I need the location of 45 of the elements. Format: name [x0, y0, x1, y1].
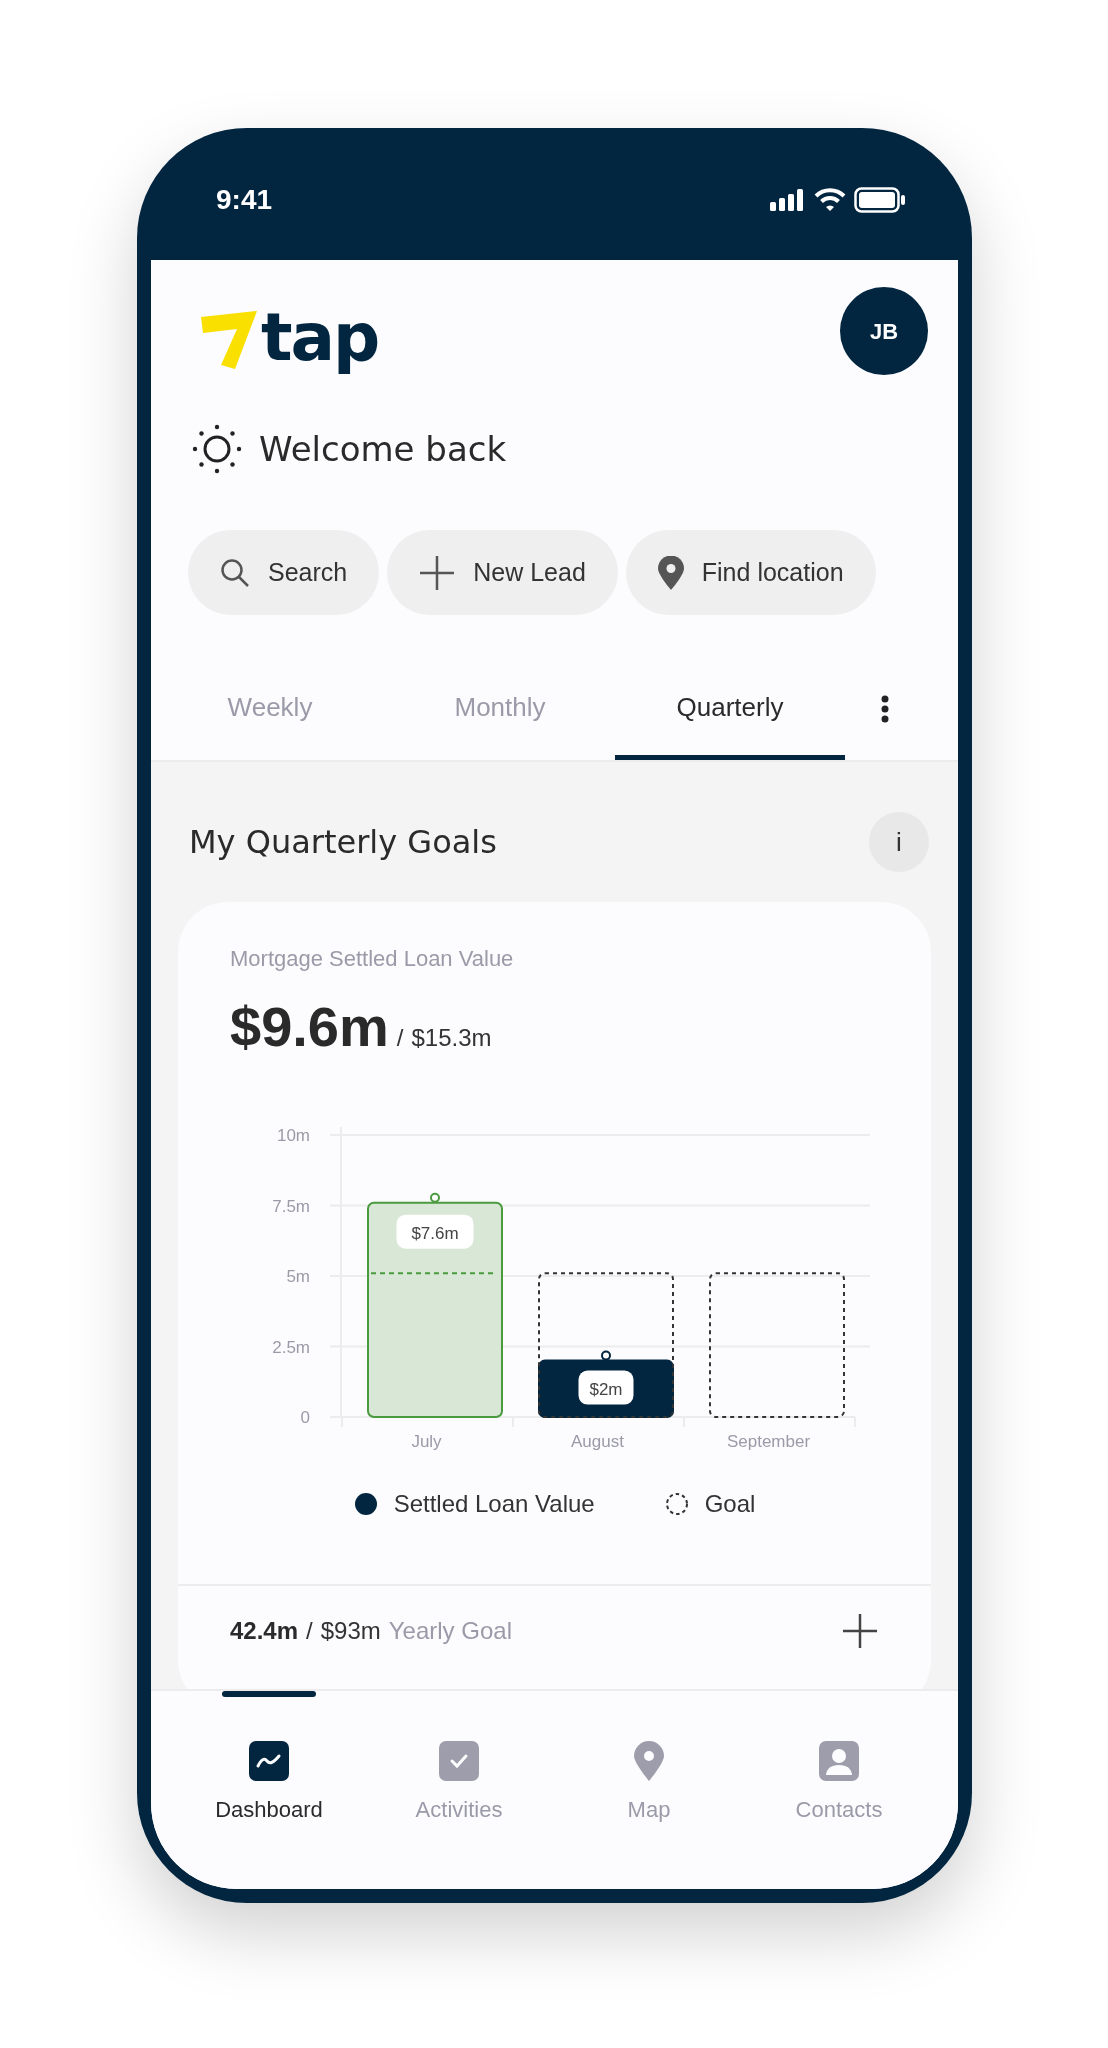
value-label: $7.6m	[396, 1214, 474, 1249]
info-button[interactable]: i	[869, 812, 929, 872]
card-title: Mortgage Settled Loan Value	[229, 945, 515, 973]
plus-icon	[419, 554, 456, 591]
target-value: $15.3m	[411, 1023, 492, 1053]
wifi-icon	[814, 188, 846, 212]
yearly-target: $93m	[320, 1616, 381, 1646]
axis-tick-label: 2.5m	[272, 1337, 310, 1357]
contact-icon	[819, 1741, 859, 1781]
new-lead-button[interactable]: New Lead	[387, 530, 618, 615]
search-button[interactable]: Search	[188, 530, 380, 615]
axis-tick-label: 10m	[276, 1126, 310, 1145]
sun-icon	[191, 423, 243, 475]
legend-label: Settled Loan Value	[393, 1489, 595, 1519]
separator: /	[396, 1023, 404, 1053]
checkbox-icon	[439, 1741, 479, 1781]
yearly-goal-label: Yearly Goal	[388, 1616, 512, 1646]
location-pin-icon	[657, 555, 684, 590]
find-location-button[interactable]: Find location	[625, 530, 876, 615]
bar-top-marker	[601, 1350, 611, 1361]
separator: /	[306, 1616, 313, 1646]
nav-tab[interactable]: Dashboard	[174, 1691, 364, 1889]
avatar[interactable]: JB	[840, 287, 928, 375]
axis-tick-label: 7.5m	[272, 1196, 310, 1216]
signal-icon	[770, 189, 806, 211]
kebab-menu-icon	[881, 695, 889, 724]
category-label: August	[571, 1432, 624, 1451]
category-label: July	[411, 1432, 442, 1451]
status-time: 9:41	[216, 183, 273, 217]
current-value: $9.6m	[230, 994, 389, 1060]
section-title: My Quarterly Goals	[189, 822, 497, 863]
location-pin-icon	[634, 1741, 664, 1781]
axis-tick-label: 0	[300, 1408, 310, 1427]
add-button[interactable]	[841, 1612, 879, 1650]
yearly-value: 42.4m	[230, 1616, 299, 1646]
bar-top-marker	[430, 1192, 440, 1203]
legend-label: Goal	[704, 1489, 756, 1519]
chart-icon	[249, 1741, 289, 1781]
legend-dashed-circle-icon	[664, 1492, 689, 1516]
legend-dot-icon	[353, 1492, 378, 1516]
category-label: September	[726, 1432, 811, 1451]
search-icon	[220, 557, 250, 588]
welcome-heading: Welcome back	[259, 427, 507, 471]
battery-icon	[854, 187, 906, 213]
axis-tick-label: 5m	[286, 1267, 310, 1286]
